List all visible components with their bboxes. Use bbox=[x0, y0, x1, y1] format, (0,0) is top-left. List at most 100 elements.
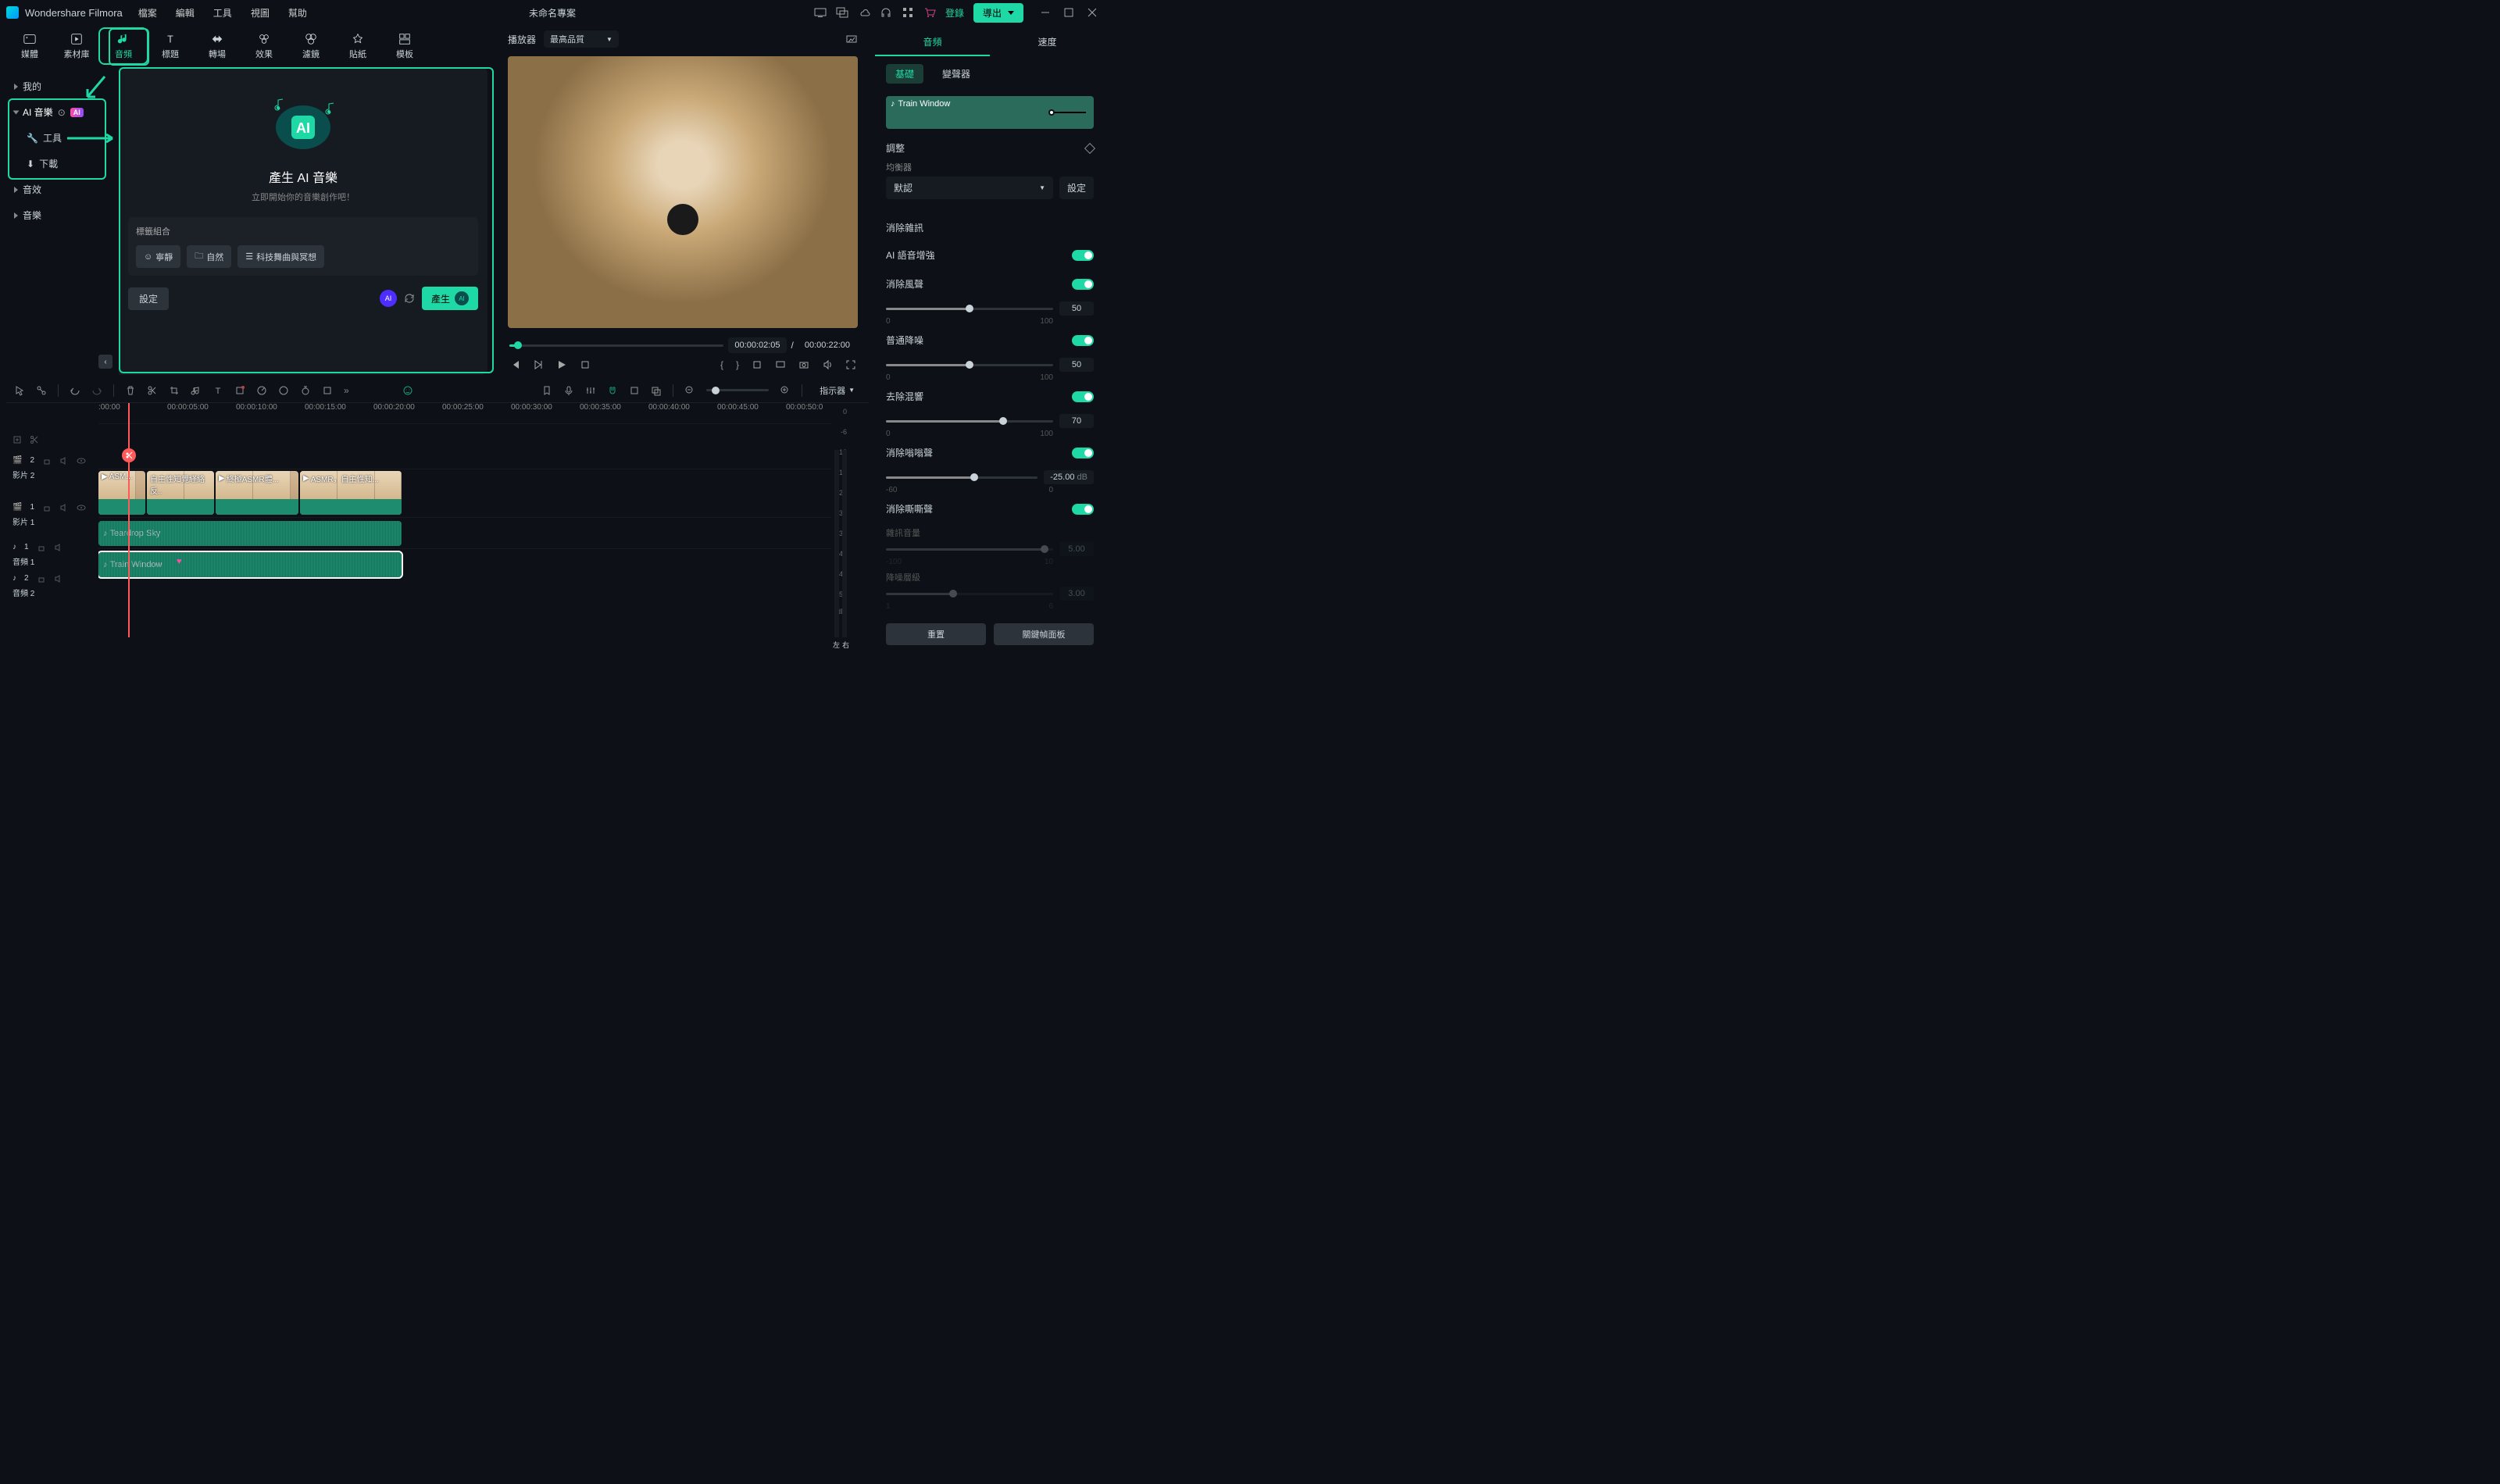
ai-voice-enhance-toggle[interactable] bbox=[1072, 250, 1094, 261]
collapse-sidebar-button[interactable]: ‹ bbox=[98, 355, 112, 369]
eye-icon[interactable] bbox=[77, 456, 86, 466]
menu-help[interactable]: 幫助 bbox=[288, 6, 307, 20]
mute-icon[interactable] bbox=[54, 574, 63, 583]
lock-icon[interactable] bbox=[37, 574, 46, 583]
menu-file[interactable]: 檔案 bbox=[138, 6, 157, 20]
expand-icon[interactable] bbox=[322, 385, 333, 396]
indicator-button[interactable]: 指示器▼ bbox=[813, 382, 861, 399]
waveform-marker[interactable] bbox=[1048, 109, 1055, 116]
sidebar-item-music[interactable]: 音樂 bbox=[6, 202, 119, 228]
redo-icon[interactable] bbox=[91, 385, 102, 396]
display-icon[interactable] bbox=[775, 359, 786, 370]
normal-denoise-slider[interactable] bbox=[886, 364, 1053, 366]
magnet-icon[interactable] bbox=[607, 385, 618, 396]
step-back-icon[interactable] bbox=[533, 359, 544, 370]
hum-slider[interactable] bbox=[886, 476, 1038, 479]
split-icon[interactable] bbox=[147, 385, 158, 396]
device-icon[interactable] bbox=[814, 6, 827, 19]
minimize-icon[interactable] bbox=[1039, 6, 1052, 19]
tab-filters[interactable]: 濾鏡 bbox=[288, 29, 334, 63]
clip-v1c[interactable]: ▶終極ASMR體... bbox=[216, 471, 298, 515]
eq-select[interactable]: 默認▼ bbox=[886, 177, 1053, 199]
record-icon[interactable] bbox=[234, 385, 245, 396]
marker-out-icon[interactable]: } bbox=[736, 359, 739, 370]
pointer-icon[interactable] bbox=[14, 385, 25, 396]
tab-titles[interactable]: T標題 bbox=[147, 29, 194, 63]
lock-icon[interactable] bbox=[42, 503, 52, 512]
clip-a2[interactable]: ♪ Train Window♥ bbox=[98, 552, 402, 577]
volume-icon[interactable] bbox=[822, 359, 833, 370]
sidebar-item-soundfx[interactable]: 音效 bbox=[6, 177, 119, 202]
zoom-in-icon[interactable] bbox=[780, 385, 791, 396]
wind-noise-slider[interactable] bbox=[886, 308, 1053, 310]
menu-edit[interactable]: 編輯 bbox=[176, 6, 195, 20]
track-header-v2[interactable]: 🎬2 影片 2 bbox=[6, 445, 98, 491]
wind-noise-toggle[interactable] bbox=[1072, 279, 1094, 290]
playhead[interactable] bbox=[128, 403, 130, 637]
cloud-icon[interactable] bbox=[858, 6, 870, 19]
headphones-icon[interactable] bbox=[880, 6, 892, 19]
stop-icon[interactable] bbox=[580, 359, 591, 370]
keyframe-panel-button[interactable]: 關鍵幀面板 bbox=[994, 623, 1094, 645]
clip-v1a[interactable]: ▶ASM... bbox=[98, 471, 145, 515]
export-button[interactable]: 導出 bbox=[973, 3, 1023, 23]
track-cut-icon[interactable] bbox=[30, 435, 39, 444]
noise-vol-slider[interactable] bbox=[886, 548, 1053, 551]
keyframe-diamond-icon[interactable] bbox=[1084, 142, 1095, 153]
reset-button[interactable]: 重置 bbox=[886, 623, 986, 645]
preview-viewport[interactable] bbox=[508, 56, 858, 328]
hum-toggle[interactable] bbox=[1072, 448, 1094, 458]
quality-select[interactable]: 最高品質▼ bbox=[544, 30, 619, 48]
timeline-ruler[interactable]: :00:00 00:00:05:00 00:00:10:00 00:00:15:… bbox=[98, 403, 831, 423]
cart-icon[interactable] bbox=[923, 6, 936, 19]
subtab-voice-changer[interactable]: 變聲器 bbox=[933, 64, 980, 84]
tab-stock[interactable]: 素材庫 bbox=[53, 29, 100, 63]
more-icon[interactable]: » bbox=[344, 385, 349, 396]
link-icon[interactable] bbox=[36, 385, 47, 396]
track-header-v1[interactable]: 🎬1 影片 1 bbox=[6, 491, 98, 539]
close-icon[interactable] bbox=[1086, 6, 1098, 19]
track-header-a2[interactable]: ♪2 音頻 2 bbox=[6, 570, 98, 601]
timer-icon[interactable] bbox=[300, 385, 311, 396]
menu-tools[interactable]: 工具 bbox=[213, 6, 232, 20]
undo-icon[interactable] bbox=[70, 385, 80, 396]
tab-speed-props[interactable]: 速度 bbox=[990, 28, 1105, 56]
clip-v1b[interactable]: 自主性知覺経絡反.. bbox=[147, 471, 214, 515]
login-button[interactable]: 登錄 bbox=[945, 6, 964, 20]
mixer-icon[interactable] bbox=[585, 385, 596, 396]
crop-icon[interactable] bbox=[752, 359, 762, 370]
eye-icon[interactable] bbox=[77, 503, 86, 512]
seek-bar[interactable] bbox=[509, 344, 723, 347]
clip-a1[interactable]: ♪ Teardrop Sky bbox=[98, 521, 402, 546]
lock-icon[interactable] bbox=[629, 385, 640, 396]
subtab-basic[interactable]: 基礎 bbox=[886, 64, 923, 84]
eq-settings-button[interactable]: 設定 bbox=[1059, 177, 1094, 199]
dereverb-toggle[interactable] bbox=[1072, 391, 1094, 402]
tab-effects[interactable]: 效果 bbox=[241, 29, 288, 63]
face-icon[interactable] bbox=[402, 385, 413, 396]
mute-icon[interactable] bbox=[54, 543, 63, 552]
speed-icon[interactable] bbox=[256, 385, 267, 396]
marker-in-icon[interactable]: { bbox=[720, 359, 723, 370]
marker-icon[interactable] bbox=[541, 385, 552, 396]
maximize-icon[interactable] bbox=[1062, 6, 1075, 19]
zoom-slider[interactable] bbox=[706, 389, 769, 391]
mute-icon[interactable] bbox=[59, 456, 69, 466]
dereverb-slider[interactable] bbox=[886, 420, 1053, 423]
snapshot-icon[interactable] bbox=[845, 33, 858, 45]
normal-denoise-toggle[interactable] bbox=[1072, 335, 1094, 346]
add-track-icon[interactable] bbox=[12, 435, 22, 444]
menu-view[interactable]: 視圖 bbox=[251, 6, 270, 20]
tab-audio-props[interactable]: 音頻 bbox=[875, 28, 990, 56]
crop-icon[interactable] bbox=[169, 385, 180, 396]
delete-icon[interactable] bbox=[125, 385, 136, 396]
reduce-level-slider[interactable] bbox=[886, 593, 1053, 595]
mic-icon[interactable] bbox=[563, 385, 574, 396]
camera-icon[interactable] bbox=[798, 359, 809, 370]
sidebar-item-mine[interactable]: 我的 bbox=[6, 73, 119, 99]
tab-media[interactable]: 媒體 bbox=[6, 29, 53, 63]
zoom-out-icon[interactable] bbox=[684, 385, 695, 396]
play-icon[interactable] bbox=[556, 359, 567, 370]
lock-icon[interactable] bbox=[42, 456, 52, 466]
text-icon[interactable]: T bbox=[212, 385, 223, 396]
